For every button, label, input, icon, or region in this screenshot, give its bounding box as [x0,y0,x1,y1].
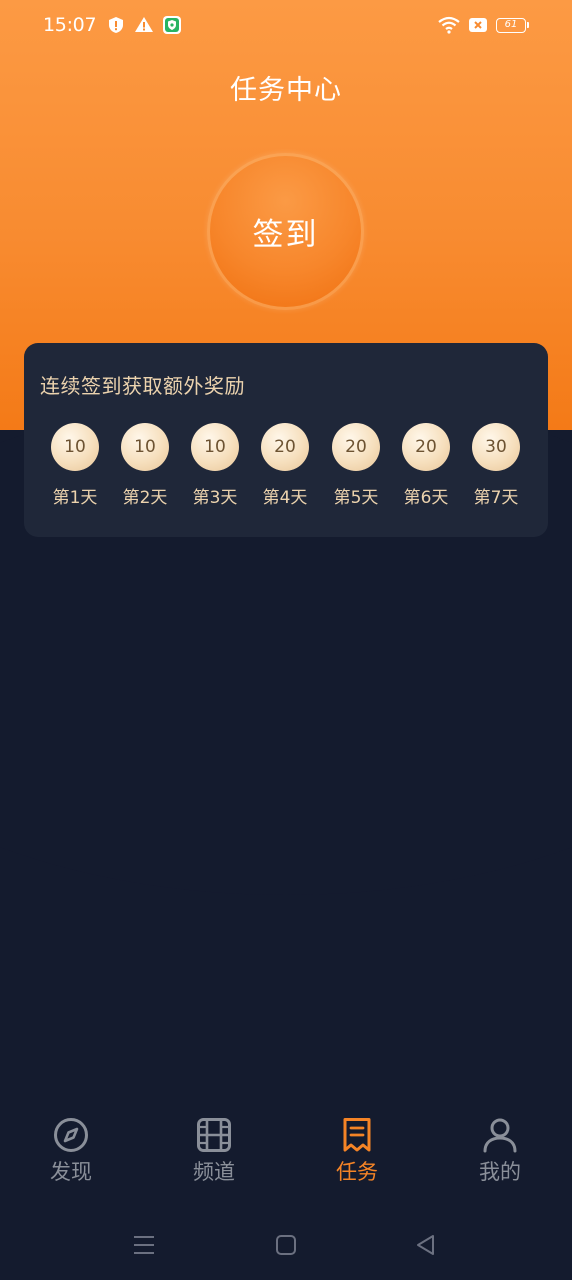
sim-off-icon [469,18,487,32]
streak-reward-card: 连续签到获取额外奖励 10 第1天 10 第2天 10 第3天 20 第4天 2… [24,343,548,537]
system-nav-bar [0,1210,572,1280]
signin-button[interactable]: 签到 [210,156,361,307]
reward-day-1: 10 第1天 [40,423,110,513]
page-title: 任务中心 [230,75,342,106]
day-label: 第5天 [333,488,379,508]
reward-day-6: 20 第6天 [391,423,461,513]
status-bar: 15:07 61 [0,0,572,52]
day-label: 第7天 [473,488,519,508]
nav-label: 任务 [336,1160,378,1184]
coin-badge: 10 [121,423,169,471]
task-center-screen: 15:07 61 任务中心 签到 连续签到获取额外奖励 10 第1天 10 第2… [0,0,572,1280]
battery-indicator: 61 [496,18,529,33]
nav-item-tasks[interactable]: 任务 [312,1116,402,1192]
task-icon [343,1118,371,1152]
coin-badge: 10 [191,423,239,471]
warning-icon [135,17,153,32]
back-icon[interactable] [413,1232,439,1258]
wifi-icon [438,16,460,34]
coin-badge: 20 [332,423,380,471]
nav-item-mine[interactable]: 我的 [455,1116,545,1192]
reward-card-title: 连续签到获取额外奖励 [40,374,245,398]
reward-day-4: 20 第4天 [250,423,320,513]
coin-badge: 10 [51,423,99,471]
coin-badge: 20 [402,423,450,471]
reward-day-2: 10 第2天 [110,423,180,513]
coin-badge: 20 [261,423,309,471]
day-label: 第2天 [122,488,168,508]
day-label: 第3天 [192,488,238,508]
nav-label: 发现 [50,1160,92,1184]
reward-day-5: 20 第5天 [321,423,391,513]
bottom-nav: 发现 频道 任务 我的 [0,1096,572,1200]
nav-label: 我的 [479,1160,521,1184]
nav-label: 频道 [193,1160,235,1184]
reward-day-7: 30 第7天 [461,423,531,513]
day-label: 第4天 [262,488,308,508]
shield-alert-icon [109,17,123,33]
day-label: 第1天 [52,488,98,508]
security-app-icon [163,16,181,34]
status-time: 15:07 [43,14,97,36]
coin-badge: 30 [472,423,520,471]
nav-item-channels[interactable]: 频道 [169,1116,259,1192]
reward-day-3: 10 第3天 [180,423,250,513]
compass-icon [54,1118,88,1152]
day-label: 第6天 [403,488,449,508]
home-icon[interactable] [273,1232,299,1258]
film-icon [197,1118,231,1152]
user-icon [483,1118,517,1153]
nav-item-discover[interactable]: 发现 [26,1116,116,1192]
menu-icon[interactable] [131,1232,157,1258]
